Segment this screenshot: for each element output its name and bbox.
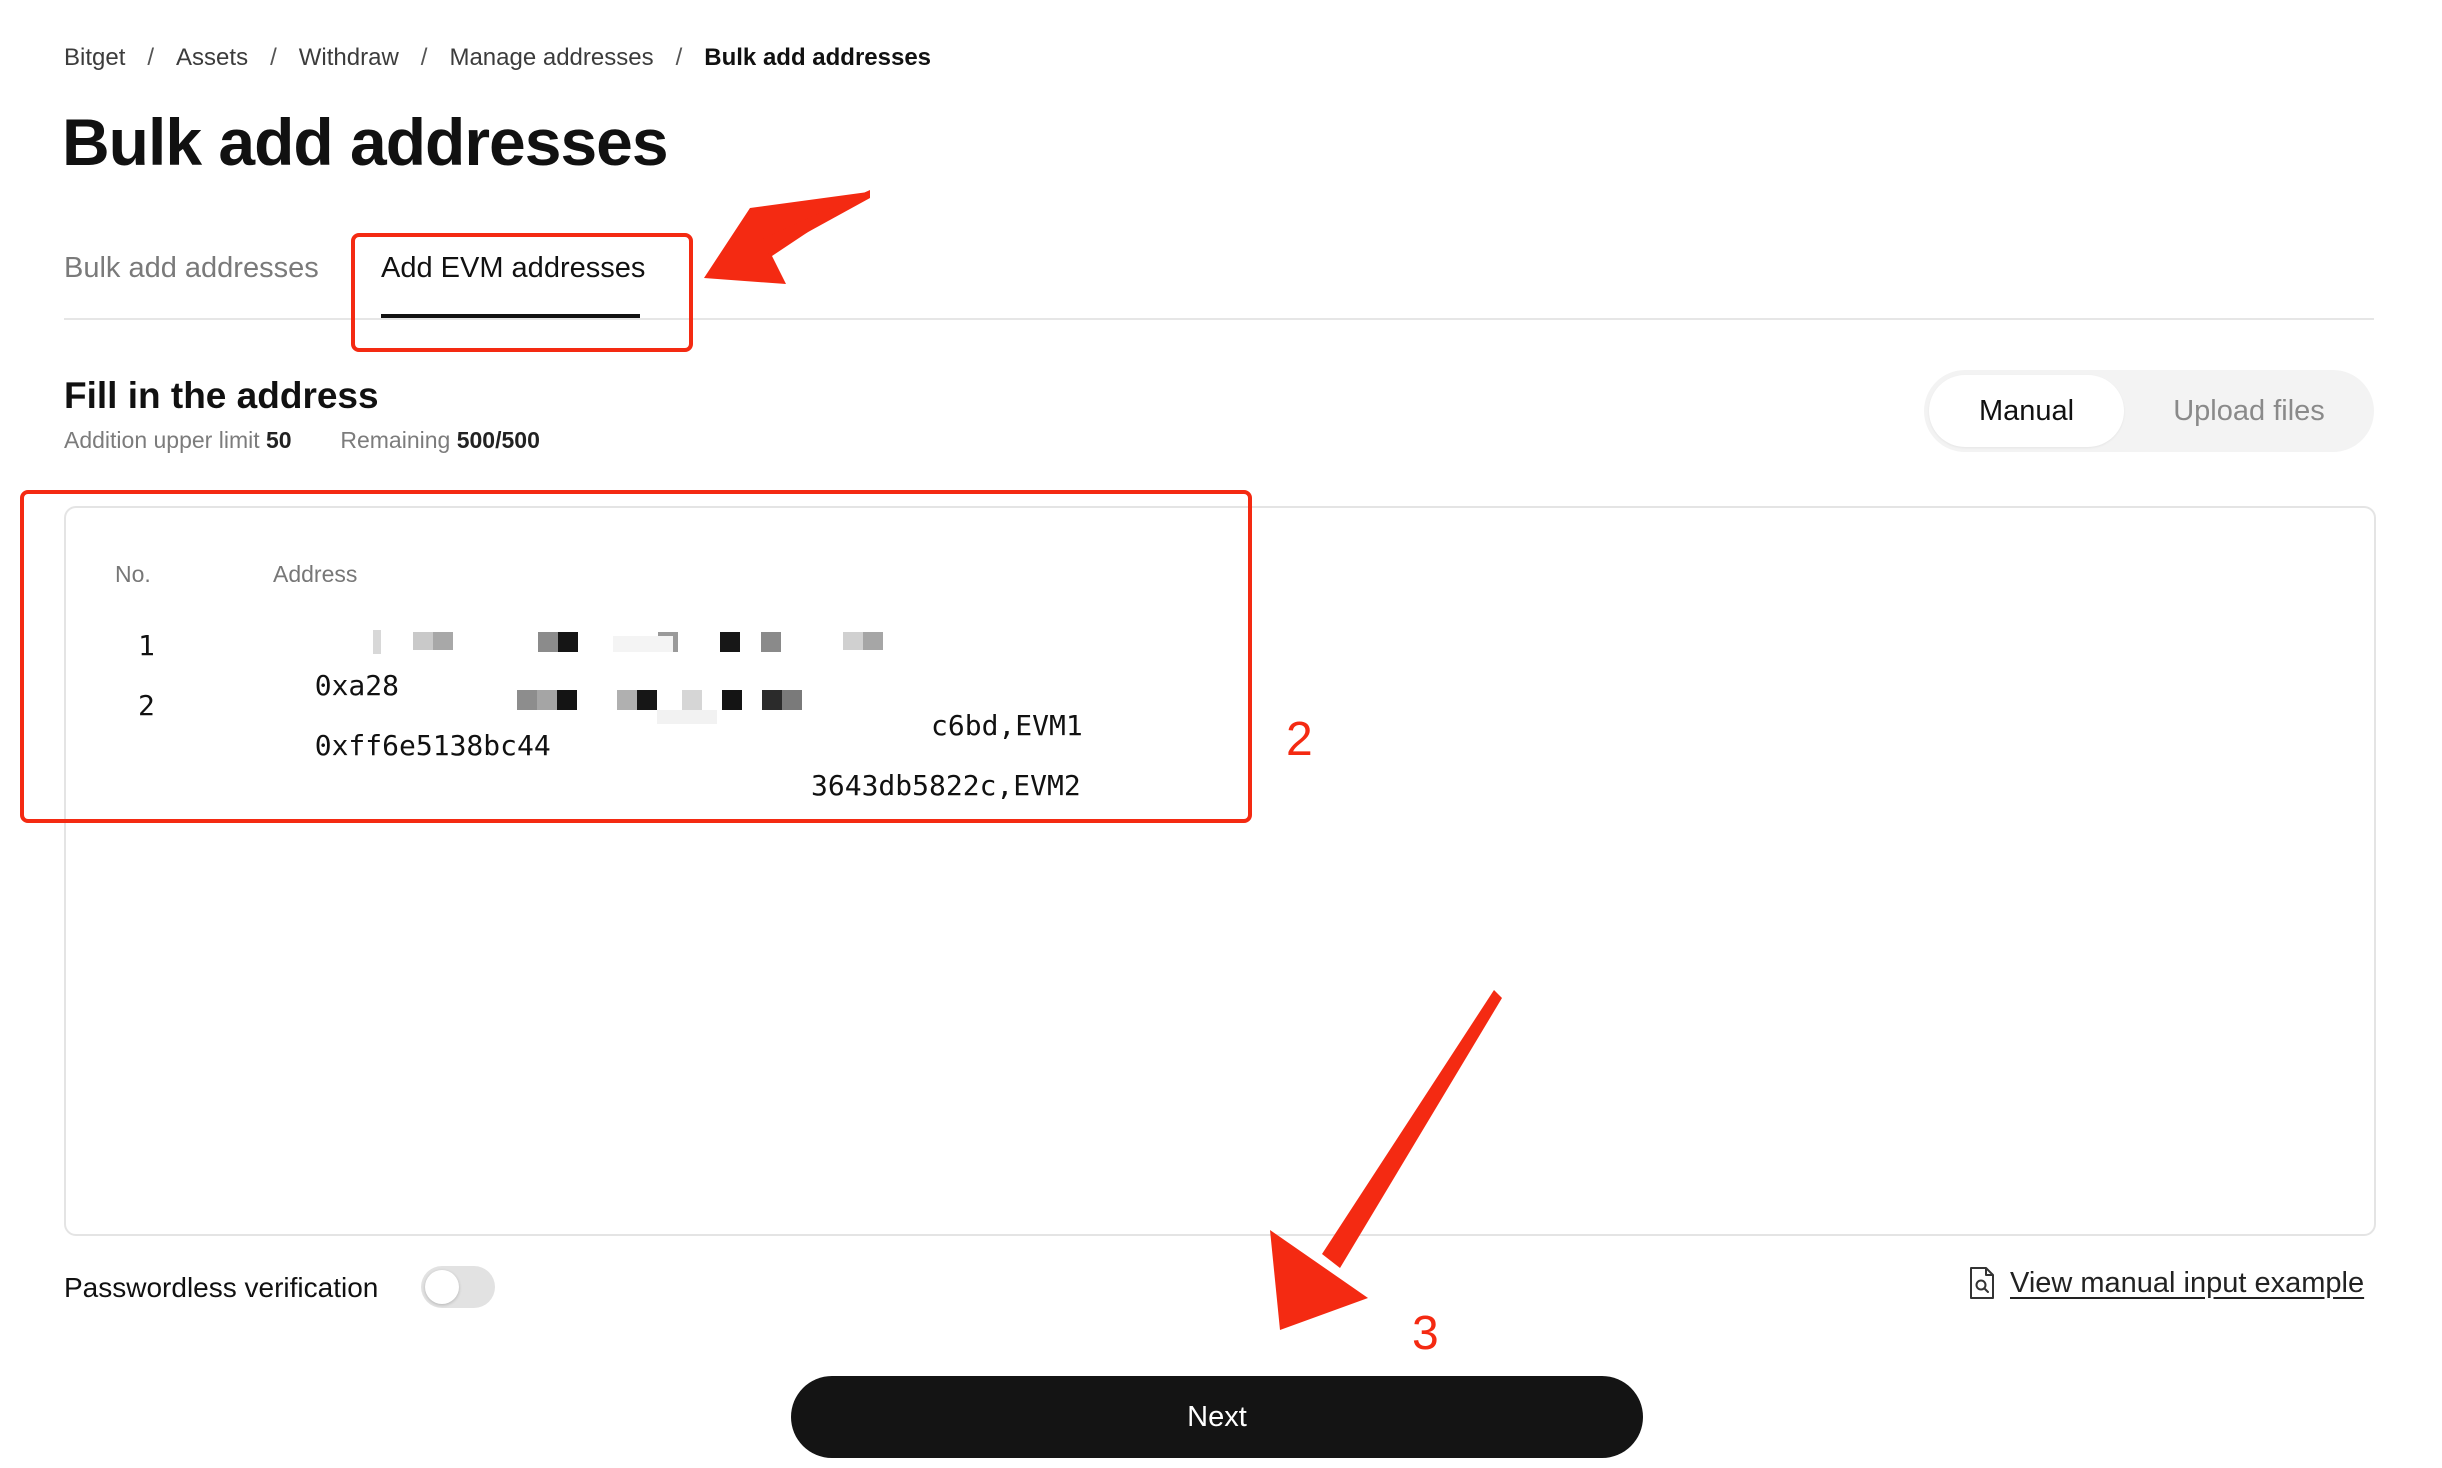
address-limits: Addition upper limit 50 Remaining 500/50…	[64, 424, 540, 456]
document-search-icon	[1970, 1267, 1994, 1299]
breadcrumb: Bitget / Assets / Withdraw / Manage addr…	[64, 38, 931, 78]
annotation-box-tab	[351, 233, 693, 352]
breadcrumb-separator: /	[147, 44, 155, 71]
passwordless-verification-toggle[interactable]	[421, 1266, 495, 1308]
example-link-label: View manual input example	[2010, 1266, 2365, 1299]
annotation-arrow-icon	[1270, 990, 1502, 1330]
view-manual-input-example-link[interactable]: View manual input example	[1968, 1266, 2364, 1300]
breadcrumb-current: Bulk add addresses	[704, 44, 932, 71]
breadcrumb-item-assets[interactable]: Assets	[176, 44, 248, 72]
annotation-box-addresses	[20, 490, 1252, 823]
passwordless-verification-label: Passwordless verification	[64, 1272, 379, 1303]
page-title: Bulk add addresses	[62, 105, 669, 179]
section-title: Fill in the address	[64, 375, 379, 416]
upload-files-button[interactable]: Upload files	[2129, 375, 2369, 447]
breadcrumb-separator: /	[675, 44, 683, 71]
breadcrumb-separator: /	[420, 44, 428, 71]
breadcrumb-item-manage-addresses[interactable]: Manage addresses	[449, 44, 653, 72]
limit-value: 50	[266, 427, 292, 453]
manual-mode-button[interactable]: Manual	[1929, 375, 2124, 447]
annotation-arrow-icon	[704, 190, 870, 284]
breadcrumb-item-bitget[interactable]: Bitget	[64, 44, 125, 72]
limit-label: Addition upper limit	[64, 427, 260, 453]
remaining-value: 500/500	[456, 427, 540, 453]
next-button[interactable]: Next	[791, 1376, 1643, 1458]
breadcrumb-item-withdraw[interactable]: Withdraw	[299, 44, 399, 72]
input-mode-switch: Manual Upload files	[1924, 370, 2374, 452]
breadcrumb-separator: /	[270, 44, 277, 71]
tab-bulk-add-addresses[interactable]: Bulk add addresses	[64, 248, 319, 288]
remaining-label: Remaining	[340, 427, 451, 453]
annotation-label-2: 2	[1286, 713, 1313, 766]
toggle-knob	[425, 1270, 459, 1304]
